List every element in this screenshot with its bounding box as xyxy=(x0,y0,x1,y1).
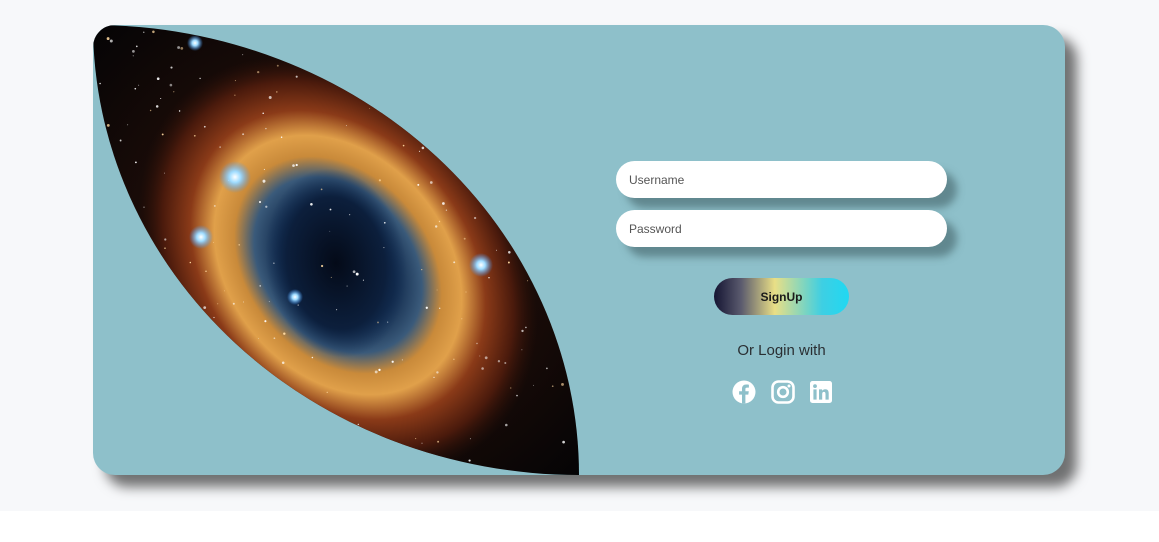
or-login-with-text: Or Login with xyxy=(737,342,826,359)
password-input[interactable] xyxy=(616,210,947,247)
login-card: SignUp Or Login with xyxy=(93,25,1065,475)
instagram-icon[interactable] xyxy=(771,380,795,404)
galaxy-image xyxy=(93,25,579,475)
facebook-icon[interactable] xyxy=(732,380,756,404)
username-input[interactable] xyxy=(616,161,947,198)
linkedin-icon[interactable] xyxy=(809,380,833,404)
signup-button[interactable]: SignUp xyxy=(714,278,849,315)
